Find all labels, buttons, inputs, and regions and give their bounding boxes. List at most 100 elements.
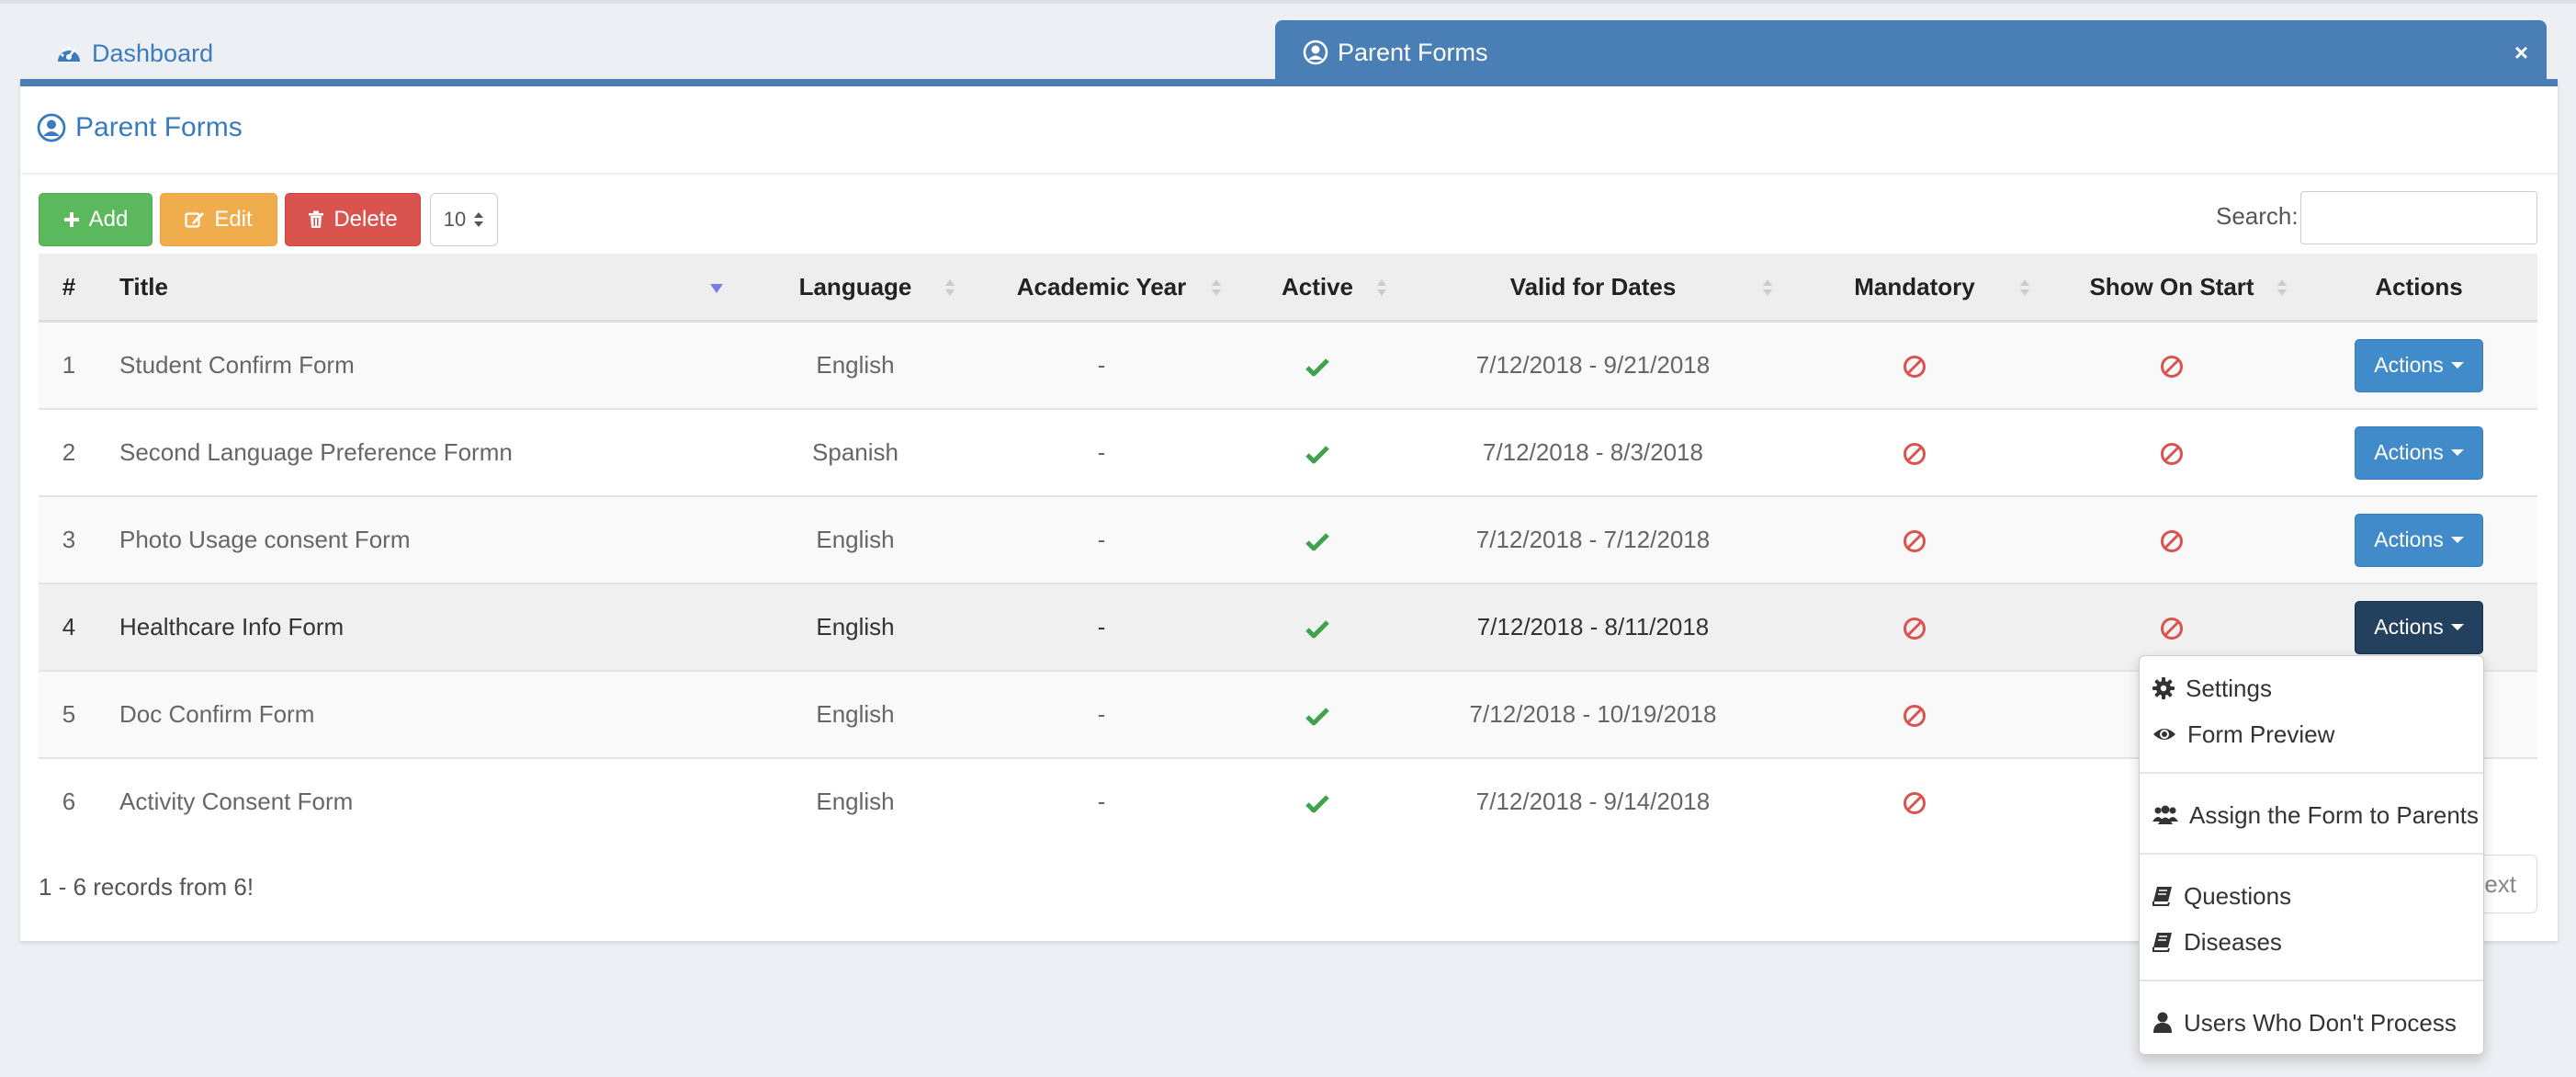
caret-down-icon [2450,624,2464,630]
col-header-mandatory[interactable]: Mandatory [1786,254,2043,323]
cell-active [1235,320,1400,409]
cell-num: 6 [39,757,99,845]
col-header-valid-dates[interactable]: Valid for Dates [1400,254,1786,323]
edit-button-label: Edit [214,207,253,232]
cell-valid-dates: 7/12/2018 - 7/12/2018 [1400,495,1786,584]
actions-button-label: Actions [2374,440,2444,464]
cell-mandatory [1786,408,2043,496]
caret-down-icon [2450,362,2464,368]
sort-desc-icon [709,283,724,294]
cell-mandatory [1786,583,2043,671]
table-row[interactable]: 2 Second Language Preference Formn Spani… [39,408,2537,496]
cell-mandatory [1786,320,2043,409]
cell-mandatory [1786,495,2043,584]
sort-icon [1376,278,1387,298]
caret-down-icon [2450,537,2464,543]
col-header-active-label: Active [1281,272,1354,300]
col-header-show-on-start[interactable]: Show On Start [2043,254,2300,323]
check-icon [1305,357,1329,377]
cell-academic-year: - [968,495,1235,584]
cell-mandatory [1786,670,2043,758]
col-header-actions-label: Actions [2375,272,2463,300]
user-circle-icon [1303,40,1328,65]
check-icon [1305,618,1329,639]
cell-valid-dates: 7/12/2018 - 8/11/2018 [1400,583,1786,671]
trash-icon [308,210,324,229]
check-icon [1305,444,1329,464]
actions-button-label: Actions [2374,353,2444,377]
search-input[interactable] [2300,191,2537,244]
cell-num: 2 [39,408,99,496]
ban-icon [1903,442,1926,466]
menu-divider [2140,980,2483,981]
cell-title: Healthcare Info Form [99,583,742,671]
panel-title: Parent Forms [37,112,243,143]
panel-title-text: Parent Forms [75,112,243,142]
actions-button[interactable]: Actions [2355,425,2483,480]
cell-title: Student Confirm Form [99,320,742,409]
table-row[interactable]: 3 Photo Usage consent Form English - 7/1… [39,495,2537,584]
actions-button-label: Actions [2374,615,2444,639]
col-header-academic-year[interactable]: Academic Year [968,254,1235,323]
menu-divider [2140,772,2483,774]
menu-item-assign-parents-label: Assign the Form to Parents [2189,800,2480,829]
cell-num: 1 [39,320,99,409]
col-header-active[interactable]: Active [1235,254,1400,323]
cell-show-on-start [2043,408,2300,496]
actions-button[interactable]: Actions [2355,513,2483,567]
menu-item-assign-parents[interactable]: Assign the Form to Parents [2140,794,2483,836]
cell-language: English [742,670,968,758]
close-icon[interactable]: × [2514,39,2528,66]
cell-academic-year: - [968,670,1235,758]
cell-valid-dates: 7/12/2018 - 9/21/2018 [1400,320,1786,409]
ban-icon [1903,704,1926,728]
cell-num: 3 [39,495,99,584]
menu-item-form-preview[interactable]: Form Preview [2140,713,2483,755]
actions-button-label: Actions [2374,527,2444,551]
records-info: 1 - 6 records from 6! [39,873,254,901]
cell-academic-year: - [968,757,1235,845]
menu-item-users-not-processed-label: Users Who Don't Process [2184,1008,2457,1037]
tab-parent-forms[interactable]: Parent Forms × [1275,20,2547,85]
next-page-label: ext [2484,869,2516,898]
col-header-language[interactable]: Language [742,254,968,323]
search-label: Search: [2216,202,2299,230]
cell-language: English [742,320,968,409]
cell-active [1235,408,1400,496]
table-row[interactable]: 1 Student Confirm Form English - 7/12/20… [39,320,2537,409]
cell-title: Doc Confirm Form [99,670,742,758]
menu-item-diseases[interactable]: Diseases [2140,921,2483,963]
cell-language: Spanish [742,408,968,496]
cell-actions: Actions [2300,495,2537,584]
plus-icon [63,211,80,228]
ban-icon [2160,442,2184,466]
actions-button-open[interactable]: Actions [2355,600,2483,654]
menu-item-questions[interactable]: Questions [2140,875,2483,917]
cell-title: Second Language Preference Formn [99,408,742,496]
col-header-title[interactable]: Title [99,254,742,323]
actions-dropdown-menu: Settings Form Preview Assign the Form to… [2139,655,2484,1055]
cell-academic-year: - [968,583,1235,671]
page-size-select[interactable]: 10 [430,193,498,246]
delete-button[interactable]: Delete [285,193,421,246]
check-icon [1305,531,1329,551]
col-header-mandatory-label: Mandatory [1854,272,1975,300]
edit-icon [185,210,205,229]
ban-icon [1903,355,1926,379]
edit-button[interactable]: Edit [160,193,277,246]
menu-item-users-not-processed[interactable]: Users Who Don't Process [2140,1002,2483,1044]
ban-icon [1903,617,1926,641]
sort-arrows-icon [473,210,484,229]
cell-active [1235,757,1400,845]
col-header-num[interactable]: # [39,254,99,323]
caret-down-icon [2450,449,2464,456]
actions-button[interactable]: Actions [2355,338,2483,392]
sort-icon [1762,278,1773,298]
tab-dashboard[interactable]: Dashboard [55,35,213,72]
book-icon [2152,886,2173,906]
cell-num: 5 [39,670,99,758]
top-border [0,0,2576,4]
add-button[interactable]: Add [39,193,153,246]
menu-item-settings[interactable]: Settings [2140,667,2483,709]
sort-icon [2277,278,2288,298]
